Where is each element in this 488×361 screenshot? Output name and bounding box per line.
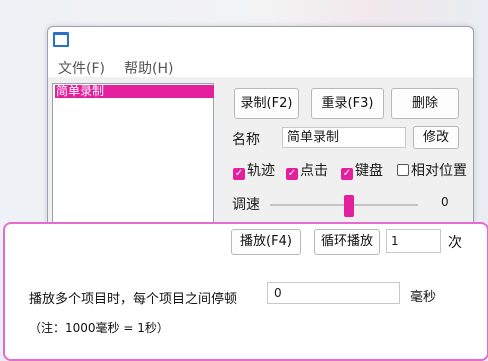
list-item[interactable]: 简单录制	[55, 85, 214, 98]
pause-unit-label: 毫秒	[410, 290, 437, 305]
unchecked-box-icon	[397, 164, 409, 176]
play-button[interactable]: 播放(F4)	[231, 229, 301, 255]
delete-button[interactable]: 删除	[391, 88, 459, 119]
track-checkbox-label: 轨迹	[247, 163, 275, 179]
name-label: 名称	[232, 132, 260, 148]
rerecord-button[interactable]: 重录(F3)	[311, 88, 384, 119]
pause-ms-input[interactable]: 0	[267, 282, 400, 304]
check-icon: ✓	[233, 168, 245, 180]
menu-help[interactable]: 帮助(H)	[124, 58, 173, 78]
pause-note: （注：1000毫秒 = 1秒）	[29, 321, 169, 335]
speed-value: 0	[441, 195, 449, 209]
speed-label: 调速	[232, 197, 260, 213]
record-button[interactable]: 录制(F2)	[234, 88, 299, 119]
check-icon: ✓	[341, 168, 353, 180]
check-icon: ✓	[286, 168, 298, 180]
loop-count-unit: 次	[448, 235, 462, 251]
menu-bar: 文件(F) 帮助(H)	[48, 57, 473, 77]
relative-position-checkbox-label: 相对位置	[411, 163, 467, 179]
track-checkbox[interactable]: ✓ 轨迹	[233, 160, 275, 180]
keyboard-checkbox[interactable]: ✓ 键盘	[341, 160, 383, 180]
keyboard-checkbox-label: 键盘	[355, 163, 383, 179]
pause-settings-dialog: 播放(F4) 循环播放 1 次 播放多个项目时，每个项目之间停顿 0 毫秒 （注…	[3, 222, 488, 361]
menu-file[interactable]: 文件(F)	[58, 58, 105, 78]
recording-list[interactable]: 简单录制	[52, 83, 214, 245]
loop-count-field[interactable]: 1	[386, 229, 441, 253]
speed-slider-thumb[interactable]	[344, 195, 354, 217]
pause-prompt-label: 播放多个项目时，每个项目之间停顿	[29, 292, 238, 307]
name-field[interactable]: 简单录制	[282, 127, 406, 148]
click-checkbox[interactable]: ✓ 点击	[286, 160, 328, 180]
window-icon	[53, 32, 69, 47]
rename-button[interactable]: 修改	[413, 126, 459, 149]
relative-position-checkbox[interactable]: 相对位置	[397, 160, 467, 179]
loop-play-button[interactable]: 循环播放	[314, 229, 380, 255]
click-checkbox-label: 点击	[300, 163, 328, 179]
